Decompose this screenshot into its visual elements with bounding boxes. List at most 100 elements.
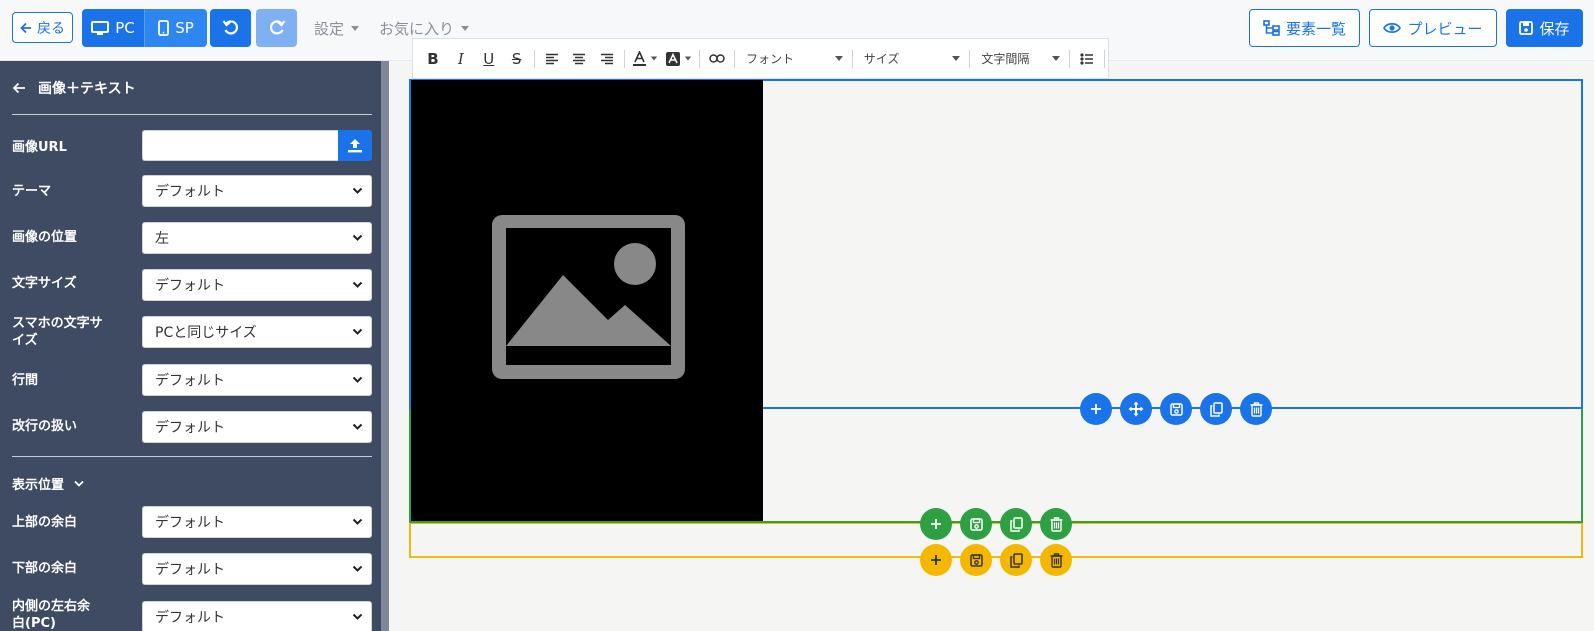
save-element-button[interactable]	[1160, 393, 1192, 425]
add-section-button[interactable]	[920, 544, 952, 576]
favorites-label: お気に入り	[379, 20, 455, 38]
mobile-font-size-label: スマホの文字サイズ	[12, 316, 103, 348]
strikethrough-icon: S	[511, 49, 522, 68]
trash-icon	[1050, 552, 1062, 568]
underline-button[interactable]: U	[475, 45, 503, 73]
toolbar-divider	[734, 49, 736, 68]
image-url-label: 画像URL	[12, 140, 67, 155]
inner-padding-select[interactable]: デフォルト	[142, 601, 372, 631]
list-button[interactable]	[1073, 45, 1101, 73]
chevron-down-icon	[352, 518, 363, 525]
chevron-down-icon	[74, 480, 84, 487]
sidebar-scrollbar[interactable]	[381, 61, 389, 631]
redo-button[interactable]	[256, 9, 297, 47]
font-dropdown[interactable]: フォント	[738, 45, 849, 73]
back-button[interactable]: 戻る	[12, 12, 73, 43]
settings-menu[interactable]: 設定	[314, 18, 360, 39]
bold-icon: B	[427, 49, 439, 68]
element-list-button[interactable]: 要素一覧	[1249, 9, 1360, 47]
toolbar-divider	[1069, 49, 1071, 68]
copy-icon	[1009, 552, 1023, 568]
trash-icon	[1050, 516, 1062, 532]
size-dropdown-label: サイズ	[863, 52, 900, 66]
plus-icon	[1091, 404, 1101, 414]
image-position-label: 画像の位置	[12, 230, 78, 245]
copy-row-button[interactable]	[1000, 508, 1032, 540]
floppy-icon	[1169, 402, 1183, 416]
move-element-button[interactable]	[1120, 393, 1152, 425]
display-position-toggle[interactable]: 表示位置	[12, 474, 84, 493]
element-list-label: 要素一覧	[1285, 19, 1346, 38]
save-row-button[interactable]	[960, 508, 992, 540]
bold-button[interactable]: B	[419, 45, 447, 73]
chevron-down-icon	[650, 56, 657, 61]
copy-section-button[interactable]	[1000, 544, 1032, 576]
bottom-margin-select[interactable]: デフォルト	[142, 553, 372, 585]
toolbar-divider	[533, 49, 535, 68]
upload-icon	[348, 139, 362, 153]
device-toggle: PC SP	[82, 9, 207, 47]
pc-view-button[interactable]: PC	[82, 9, 144, 47]
line-height-select[interactable]: デフォルト	[142, 364, 372, 396]
font-size-select[interactable]: デフォルト	[142, 269, 372, 301]
section-block-outline[interactable]	[409, 522, 1583, 558]
font-size-value: デフォルト	[155, 278, 225, 294]
back-label: 戻る	[37, 20, 65, 37]
settings-label: 設定	[314, 20, 345, 38]
sitemap-icon	[1263, 20, 1280, 36]
sp-label: SP	[175, 19, 194, 37]
save-button[interactable]: 保存	[1506, 9, 1583, 47]
mobile-font-size-select[interactable]: PCと同じサイズ	[142, 316, 372, 348]
save-section-button[interactable]	[960, 544, 992, 576]
align-left-icon	[545, 53, 558, 64]
chevron-down-icon	[684, 56, 692, 61]
line-break-select[interactable]: デフォルト	[142, 411, 372, 443]
arrow-left-icon	[12, 82, 25, 94]
delete-section-button[interactable]	[1040, 544, 1072, 576]
align-right-icon	[601, 53, 614, 64]
background-color-button[interactable]	[662, 45, 696, 73]
top-margin-select[interactable]: デフォルト	[142, 506, 372, 538]
undo-button[interactable]	[210, 9, 251, 47]
toolbar-divider	[1104, 49, 1106, 68]
size-dropdown[interactable]: サイズ	[856, 45, 967, 73]
strikethrough-button[interactable]: S	[503, 45, 531, 73]
favorites-menu[interactable]: お気に入り	[379, 18, 470, 39]
theme-select[interactable]: デフォルト	[142, 175, 372, 207]
text-color-button[interactable]	[628, 45, 662, 73]
image-url-input[interactable]	[142, 130, 338, 161]
delete-row-button[interactable]	[1040, 508, 1072, 540]
inner-padding-label: 内側の左右余白(PC)	[12, 599, 91, 631]
display-position-label: 表示位置	[12, 478, 65, 493]
copy-element-button[interactable]	[1200, 393, 1232, 425]
align-left-button[interactable]	[538, 45, 566, 73]
floppy-icon	[969, 517, 983, 531]
image-position-select[interactable]: 左	[142, 222, 372, 254]
link-button[interactable]	[703, 45, 731, 73]
underline-icon: U	[483, 49, 495, 68]
delete-element-button[interactable]	[1240, 393, 1272, 425]
mobile-icon	[158, 20, 170, 36]
sp-view-button[interactable]: SP	[144, 9, 207, 47]
add-element-button[interactable]	[1080, 393, 1112, 425]
line-height-value: デフォルト	[155, 373, 225, 389]
align-right-button[interactable]	[593, 45, 621, 73]
toolbar-divider	[699, 49, 701, 68]
divider	[12, 456, 372, 457]
chevron-down-icon	[352, 565, 363, 572]
add-row-button[interactable]	[920, 508, 952, 540]
sidebar-header[interactable]: 画像＋テキスト	[12, 78, 136, 98]
align-center-button[interactable]	[566, 45, 594, 73]
toolbar-divider	[969, 49, 971, 68]
image-placeholder[interactable]	[411, 80, 763, 521]
eye-icon	[1383, 23, 1402, 33]
chevron-down-icon	[834, 56, 843, 61]
chevron-down-icon	[352, 376, 363, 383]
preview-button[interactable]: プレビュー	[1369, 9, 1497, 47]
italic-button[interactable]: I	[447, 45, 475, 73]
chevron-down-icon	[352, 187, 363, 194]
image-icon	[492, 215, 685, 379]
upload-button[interactable]	[338, 130, 372, 161]
letter-spacing-dropdown[interactable]: 文字間隔	[973, 45, 1066, 73]
toolbar-divider	[624, 49, 626, 68]
